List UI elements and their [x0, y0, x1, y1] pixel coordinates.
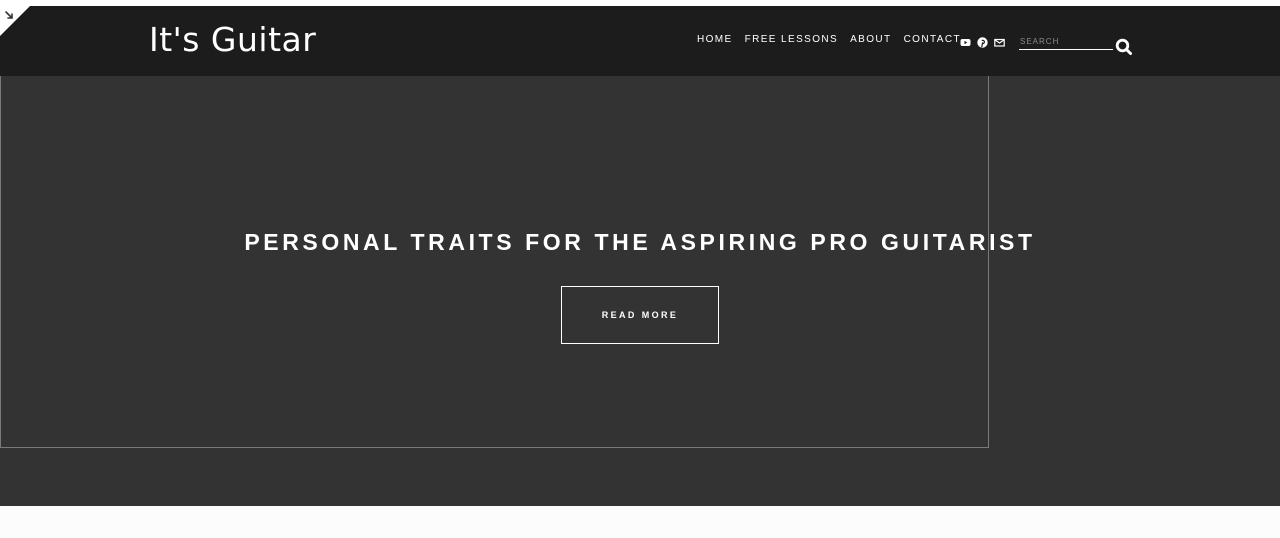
hero-banner: PERSONAL TRAITS FOR THE ASPIRING PRO GUI…: [0, 76, 1280, 506]
pinterest-icon[interactable]: [977, 35, 988, 48]
hero-title: PERSONAL TRAITS FOR THE ASPIRING PRO GUI…: [244, 229, 1036, 255]
main-nav: HOME FREE LESSONS ABOUT CONTACT: [697, 34, 961, 46]
site-header: It's Guitar HOME FREE LESSONS ABOUT CONT…: [0, 6, 1280, 76]
nav-home[interactable]: HOME: [697, 34, 733, 46]
nav-about[interactable]: ABOUT: [850, 34, 891, 46]
hero-image-frame: [0, 76, 989, 448]
search-icon[interactable]: [1115, 38, 1133, 56]
nav-contact[interactable]: CONTACT: [904, 34, 961, 46]
site-logo[interactable]: It's Guitar: [149, 20, 316, 60]
social-links: [960, 35, 1005, 48]
read-more-button[interactable]: READ MORE: [561, 286, 719, 344]
email-icon[interactable]: [994, 35, 1005, 47]
youtube-icon[interactable]: [960, 35, 971, 46]
collapse-corner-icon[interactable]: [0, 6, 30, 36]
search-input[interactable]: [1019, 34, 1113, 50]
nav-free-lessons[interactable]: FREE LESSONS: [745, 34, 839, 46]
